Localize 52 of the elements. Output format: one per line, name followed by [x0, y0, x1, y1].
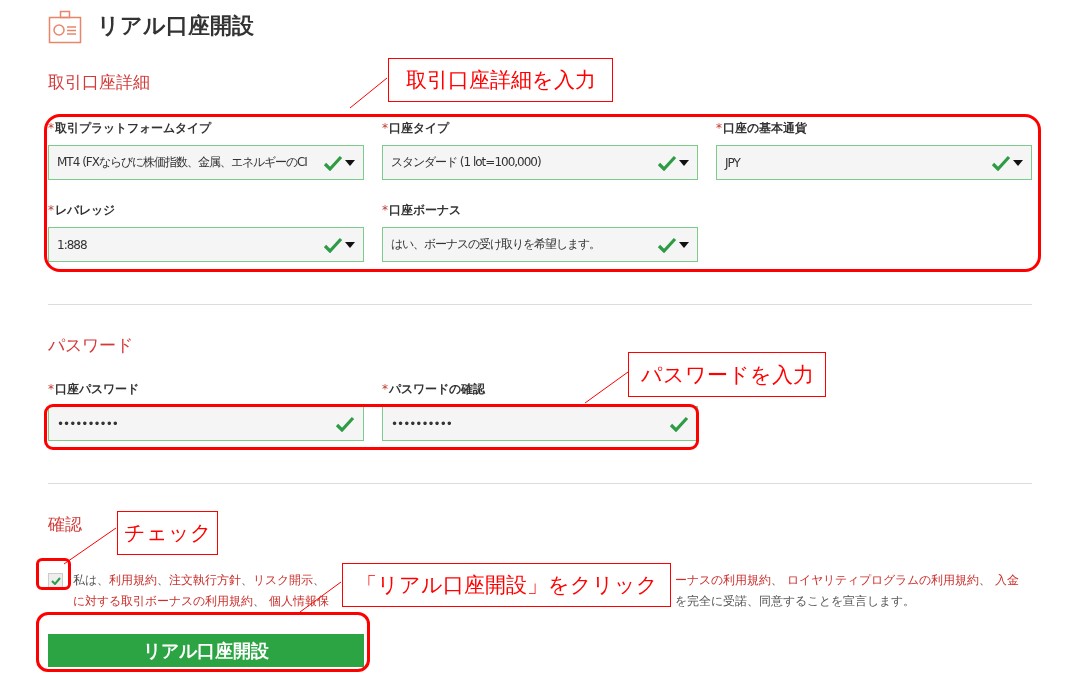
callout-label: チェック [117, 511, 218, 555]
callout-label: 取引口座詳細を入力 [388, 58, 613, 102]
select-field[interactable]: スタンダード (1 lot=100,000) [382, 145, 698, 180]
section-title: 確認 [48, 514, 82, 534]
id-card-icon [48, 10, 82, 44]
caret-icon [1013, 159, 1023, 166]
caret-icon [679, 241, 689, 248]
field-label: *レバレッジ [48, 202, 116, 218]
check-icon [657, 236, 677, 253]
leader-line [349, 77, 388, 109]
terms-link[interactable]: 利用規約 [109, 573, 157, 587]
callout-label: 「リアル口座開設」をクリック [342, 563, 671, 607]
section-title: 取引口座詳細 [48, 72, 150, 92]
select-field[interactable]: はい、ボーナスの受け取りを希望します。 [382, 227, 698, 262]
caret-icon [345, 241, 355, 248]
open-account-button[interactable]: リアル口座開設 [48, 634, 364, 667]
consent-text: 私は、利用規約、注文執行方針、リスク開示、 [73, 573, 325, 587]
password-field[interactable]: •••••••••• [382, 406, 698, 441]
check-icon [50, 576, 61, 585]
consent-text: ーナスの利用規約、 ロイヤリティプログラムの利用規約、 入金 [675, 573, 1019, 587]
field-label: *口座パスワード [48, 381, 140, 397]
terms-link[interactable]: に対する取引ボーナスの利用規約 [73, 594, 253, 608]
field-label: *口座ボーナス [382, 202, 462, 218]
select-field[interactable]: 1:888 [48, 227, 364, 262]
callout-label: パスワードを入力 [628, 352, 826, 397]
check-icon [323, 154, 343, 171]
consent-text: を完全に受諾、同意することを宣言します。 [675, 594, 915, 608]
terms-link[interactable]: 入金 [994, 573, 1019, 587]
terms-link[interactable]: 注文執行方針 [169, 573, 241, 587]
terms-link[interactable]: ーナスの利用規約 [675, 573, 771, 587]
terms-link[interactable]: リスク開示 [253, 573, 313, 587]
check-icon [657, 154, 677, 171]
check-icon [991, 154, 1011, 171]
terms-link[interactable]: ロイヤリティプログラムの利用規約 [786, 573, 979, 587]
field-label: *取引プラットフォームタイプ [48, 120, 213, 136]
terms-link[interactable]: 個人情報保 [268, 594, 329, 608]
field-label: *口座の基本通貨 [716, 120, 808, 136]
caret-icon [345, 159, 355, 166]
leader-line [584, 371, 629, 404]
check-icon [323, 236, 343, 253]
field-label: *パスワードの確認 [382, 381, 486, 397]
select-field[interactable]: JPY [716, 145, 1032, 180]
select-field[interactable]: MT4 (FXならびに株価指数、金属、エネルギーのCI [48, 145, 364, 180]
check-icon [335, 415, 355, 432]
annotation-frame [36, 558, 71, 590]
password-field[interactable]: •••••••••• [48, 406, 364, 441]
page-title: リアル口座開設 [97, 12, 254, 40]
check-icon [669, 415, 689, 432]
field-label: *口座タイプ [382, 120, 451, 136]
consent-text: に対する取引ボーナスの利用規約、 個人情報保 [73, 594, 329, 608]
section-title: パスワード [48, 335, 133, 355]
caret-icon [679, 159, 689, 166]
